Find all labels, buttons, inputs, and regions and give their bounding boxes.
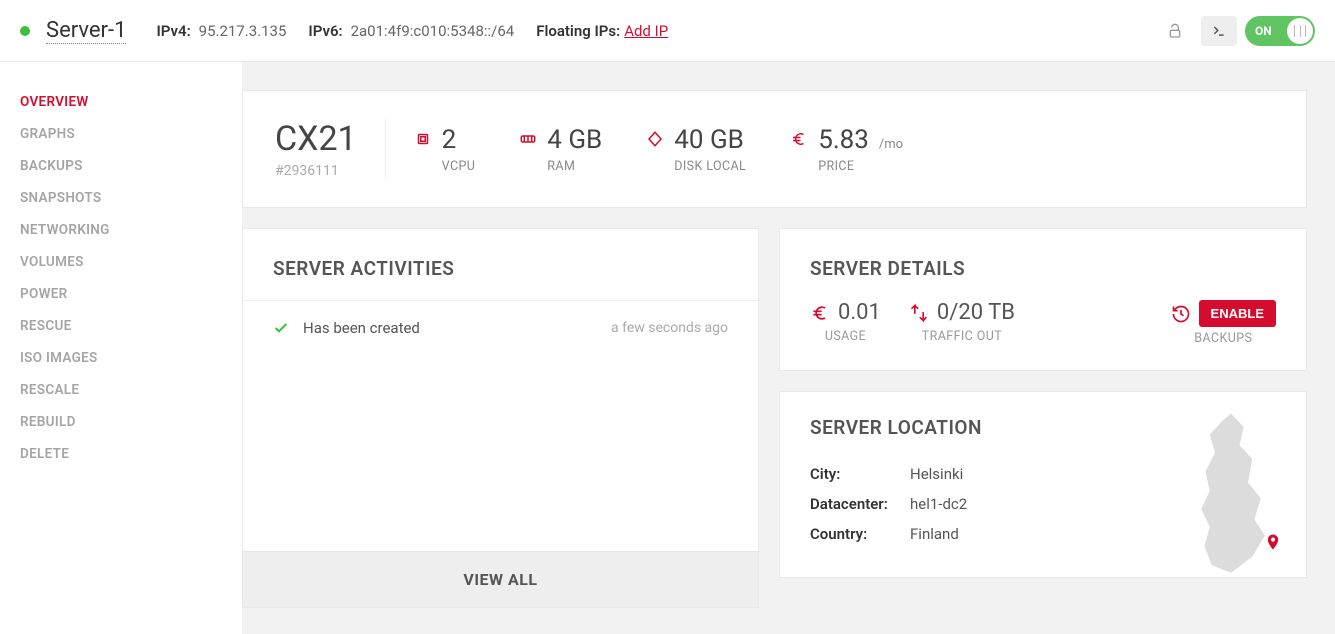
sidebar-item-volumes[interactable]: VOLUMES xyxy=(0,246,242,278)
main-content: CX21 #2936111 2 VCPU 4 GB RAM xyxy=(242,62,1335,634)
floating-ip-block: Floating IPs: Add IP xyxy=(536,21,668,40)
details-card: SERVER DETAILS 0.01 USAGE xyxy=(779,228,1307,371)
ipv4-value: 95.217.3.135 xyxy=(199,22,287,40)
backups-label: BACKUPS xyxy=(1171,331,1276,346)
activity-row: Has been created a few seconds ago xyxy=(243,301,758,355)
view-all-button[interactable]: VIEW ALL xyxy=(243,551,758,607)
vcpu-label: VCPU xyxy=(442,159,476,174)
sidebar-item-snapshots[interactable]: SNAPSHOTS xyxy=(0,182,242,214)
ram-label: RAM xyxy=(547,159,602,174)
toggle-knob xyxy=(1287,18,1313,44)
ipv6-block: IPv6: 2a01:4f9:c010:5348::/64 xyxy=(308,21,514,40)
ipv4-label: IPv4: xyxy=(156,22,190,40)
spec-price: 5.83/mo PRICE xyxy=(790,125,903,174)
activity-time: a few seconds ago xyxy=(611,320,728,336)
traffic-icon xyxy=(909,303,929,323)
country-value: Finland xyxy=(910,525,959,543)
disk-label: DISK LOCAL xyxy=(674,159,746,174)
floating-ip-label: Floating IPs: xyxy=(536,22,620,40)
city-key: City: xyxy=(810,465,910,483)
power-toggle[interactable]: ON xyxy=(1245,16,1315,46)
sidebar-item-iso[interactable]: ISO IMAGES xyxy=(0,342,242,374)
sidebar-item-graphs[interactable]: GRAPHS xyxy=(0,118,242,150)
euro-icon xyxy=(810,303,830,323)
server-name[interactable]: Server-1 xyxy=(46,18,126,44)
euro-icon xyxy=(790,130,808,148)
traffic-value: 0/20 TB xyxy=(937,300,1015,325)
top-actions: ON xyxy=(1157,16,1315,46)
add-ip-link[interactable]: Add IP xyxy=(624,22,668,40)
usage-block: 0.01 USAGE xyxy=(810,300,881,344)
price-unit: /mo xyxy=(879,137,903,152)
plan-name: CX21 xyxy=(275,119,357,159)
spec-card: CX21 #2936111 2 VCPU 4 GB RAM xyxy=(242,90,1307,208)
ipv4-block: IPv4: 95.217.3.135 xyxy=(156,21,286,40)
enable-backups-button[interactable]: ENABLE xyxy=(1199,300,1276,327)
history-icon xyxy=(1171,304,1191,324)
lock-icon[interactable] xyxy=(1157,16,1193,46)
backups-block: ENABLE BACKUPS xyxy=(1171,300,1276,346)
price-label: PRICE xyxy=(818,159,903,174)
details-title: SERVER DETAILS xyxy=(780,229,1306,300)
plan-id: #2936111 xyxy=(275,163,357,179)
usage-label: USAGE xyxy=(810,329,881,344)
ipv6-label: IPv6: xyxy=(308,22,342,40)
disk-icon xyxy=(646,130,664,148)
location-pin-icon xyxy=(1264,531,1282,553)
sidebar-item-rescale[interactable]: RESCALE xyxy=(0,374,242,406)
traffic-label: TRAFFIC OUT xyxy=(909,329,1015,344)
plan-block: CX21 #2936111 xyxy=(275,119,386,179)
sidebar-item-power[interactable]: POWER xyxy=(0,278,242,310)
dc-value: hel1-dc2 xyxy=(910,495,967,513)
spec-disk: 40 GB DISK LOCAL xyxy=(646,125,746,174)
country-key: Country: xyxy=(810,525,910,543)
disk-value: 40 GB xyxy=(674,125,744,155)
console-button[interactable] xyxy=(1201,16,1237,46)
power-toggle-label: ON xyxy=(1255,24,1272,38)
ip-group: IPv4: 95.217.3.135 IPv6: 2a01:4f9:c010:5… xyxy=(156,21,668,40)
cpu-icon xyxy=(414,130,432,148)
sidebar-item-backups[interactable]: BACKUPS xyxy=(0,150,242,182)
vcpu-value: 2 xyxy=(442,125,457,155)
sidebar-item-delete[interactable]: DELETE xyxy=(0,438,242,470)
sidebar-item-rescue[interactable]: RESCUE xyxy=(0,310,242,342)
activities-title: SERVER ACTIVITIES xyxy=(243,229,758,301)
price-value: 5.83 xyxy=(818,125,869,155)
spec-vcpu: 2 VCPU xyxy=(414,125,476,174)
sidebar-item-networking[interactable]: NETWORKING xyxy=(0,214,242,246)
check-icon xyxy=(273,320,289,336)
city-value: Helsinki xyxy=(910,465,963,483)
traffic-block: 0/20 TB TRAFFIC OUT xyxy=(909,300,1015,344)
location-card: SERVER LOCATION City:Helsinki Datacenter… xyxy=(779,391,1307,578)
sidebar-item-rebuild[interactable]: REBUILD xyxy=(0,406,242,438)
dc-key: Datacenter: xyxy=(810,495,910,513)
spec-ram: 4 GB RAM xyxy=(519,125,602,174)
top-bar: Server-1 IPv4: 95.217.3.135 IPv6: 2a01:4… xyxy=(0,0,1335,62)
usage-value: 0.01 xyxy=(838,300,881,325)
ipv6-value: 2a01:4f9:c010:5348::/64 xyxy=(351,22,515,40)
sidebar: OVERVIEW GRAPHS BACKUPS SNAPSHOTS NETWOR… xyxy=(0,62,242,634)
activities-card: SERVER ACTIVITIES Has been created a few… xyxy=(242,228,759,608)
activity-text: Has been created xyxy=(303,319,420,337)
status-indicator xyxy=(20,26,30,36)
ram-value: 4 GB xyxy=(547,125,602,155)
ram-icon xyxy=(519,130,537,148)
sidebar-item-overview[interactable]: OVERVIEW xyxy=(0,86,242,118)
